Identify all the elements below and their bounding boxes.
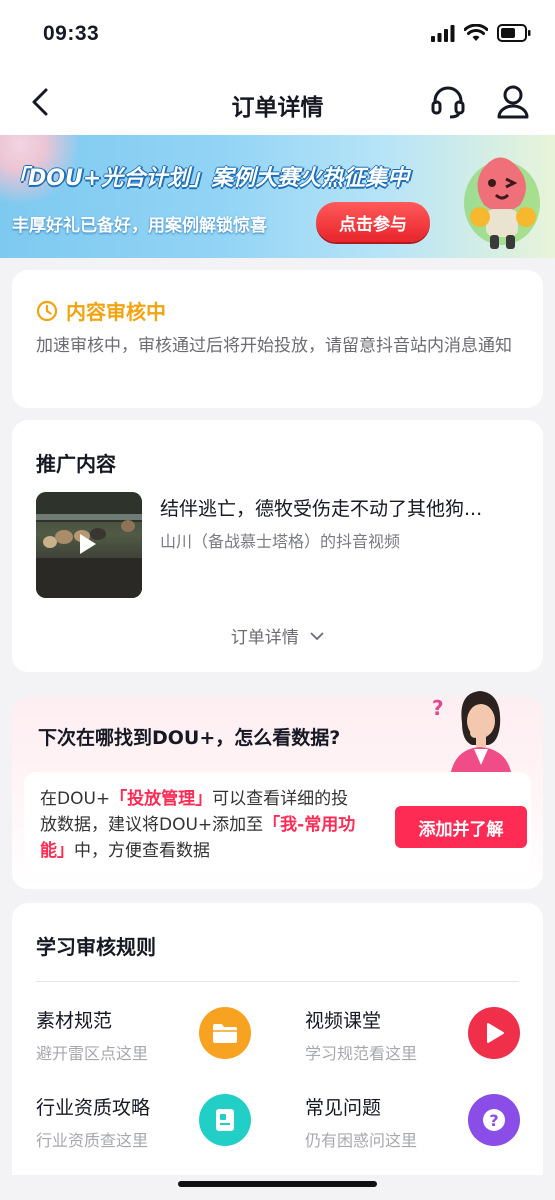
review-status-text: 内容审核中 (66, 300, 166, 324)
cellular-signal-icon (431, 24, 455, 42)
svg-text:?: ? (489, 1111, 498, 1130)
review-status-header: 内容审核中 (36, 296, 166, 325)
battery-icon (497, 24, 531, 42)
banner-subtitle: 丰厚好礼已备好，用案例解锁惊喜 (12, 216, 267, 236)
rule-item-name: 视频课堂 (305, 1010, 382, 1032)
play-icon[interactable] (468, 1007, 520, 1059)
dou-tip-card: 下次在哪找到DOU+，怎么看数据? ? 在DOU+「投放管理」可以查看详细的投放… (12, 691, 543, 889)
divider (36, 981, 519, 982)
promoted-content-card: 推广内容 结伴逃亡，德牧受伤走不动了其他狗... 山川（备战慕士塔格）的抖音视频… (12, 420, 543, 672)
headset-icon[interactable] (430, 84, 466, 120)
status-time: 09:33 (43, 22, 100, 45)
dou-tip-body: 在DOU+「投放管理」可以查看详细的投放数据，建议将DOU+添加至「我-常用功能… (24, 772, 531, 872)
review-rules-card: 学习审核规则 素材规范 避开雷区点这里 视频课堂 学习规范看这里 行业资质攻略 … (12, 903, 543, 1175)
promoted-content-title: 推广内容 (36, 452, 116, 476)
svg-text:?: ? (432, 696, 444, 720)
video-title[interactable]: 结伴逃亡，德牧受伤走不动了其他狗... (160, 494, 520, 521)
mascot-illustration (464, 157, 540, 249)
question-icon[interactable]: ? (468, 1094, 520, 1146)
dou-tip-highlight-manage: 「投放管理」 (110, 789, 213, 809)
banner-title: 「DOU+光合计划」案例大赛火热征集中 (6, 166, 410, 191)
review-status-card: 内容审核中 加速审核中，审核通过后将开始投放，请留意抖音站内消息通知 (12, 270, 543, 408)
clock-icon (36, 300, 58, 321)
review-rules-title: 学习审核规则 (36, 935, 156, 959)
folder-icon[interactable] (199, 1007, 251, 1059)
rule-item-name: 素材规范 (36, 1010, 113, 1032)
dou-tip-text-part: 在DOU+ (40, 789, 111, 809)
rule-item-name: 行业资质攻略 (36, 1097, 151, 1119)
dou-tip-title: 下次在哪找到DOU+，怎么看数据? (38, 727, 341, 749)
order-details-label: 订单详情 (230, 628, 299, 648)
page-title: 订单详情 (231, 95, 324, 121)
assistant-illustration: ? (432, 691, 512, 777)
rule-item-sub: 避开雷区点这里 (36, 1044, 149, 1063)
rule-item-name: 常见问题 (305, 1097, 382, 1119)
video-thumbnail[interactable] (36, 492, 142, 598)
review-status-description: 加速审核中，审核通过后将开始投放，请留意抖音站内消息通知 (36, 336, 512, 356)
banner-join-button[interactable]: 点击参与 (316, 202, 430, 242)
home-indicator (178, 1181, 377, 1187)
status-bar: 09:33 (0, 0, 555, 70)
chevron-down-icon (310, 632, 324, 641)
dou-tip-text-part: 中，方便查看数据 (74, 841, 210, 861)
wifi-icon (464, 24, 488, 41)
rule-item-sub: 学习规范看这里 (305, 1044, 418, 1063)
order-details-toggle[interactable]: 订单详情 (12, 623, 543, 648)
add-and-learn-button[interactable]: 添加并了解 (395, 806, 527, 848)
video-author: 山川（备战慕士塔格）的抖音视频 (160, 532, 401, 551)
play-icon (80, 534, 96, 554)
user-icon[interactable] (496, 84, 530, 120)
rule-item-sub: 行业资质查这里 (36, 1131, 149, 1150)
nav-bar: 订单详情 (0, 70, 555, 135)
document-icon[interactable] (199, 1094, 251, 1146)
dou-tip-text: 在DOU+「投放管理」可以查看详细的投放数据，建议将DOU+添加至「我-常用功能… (40, 786, 360, 864)
rule-item-sub: 仍有困惑问这里 (305, 1131, 418, 1150)
status-icons (431, 24, 531, 42)
